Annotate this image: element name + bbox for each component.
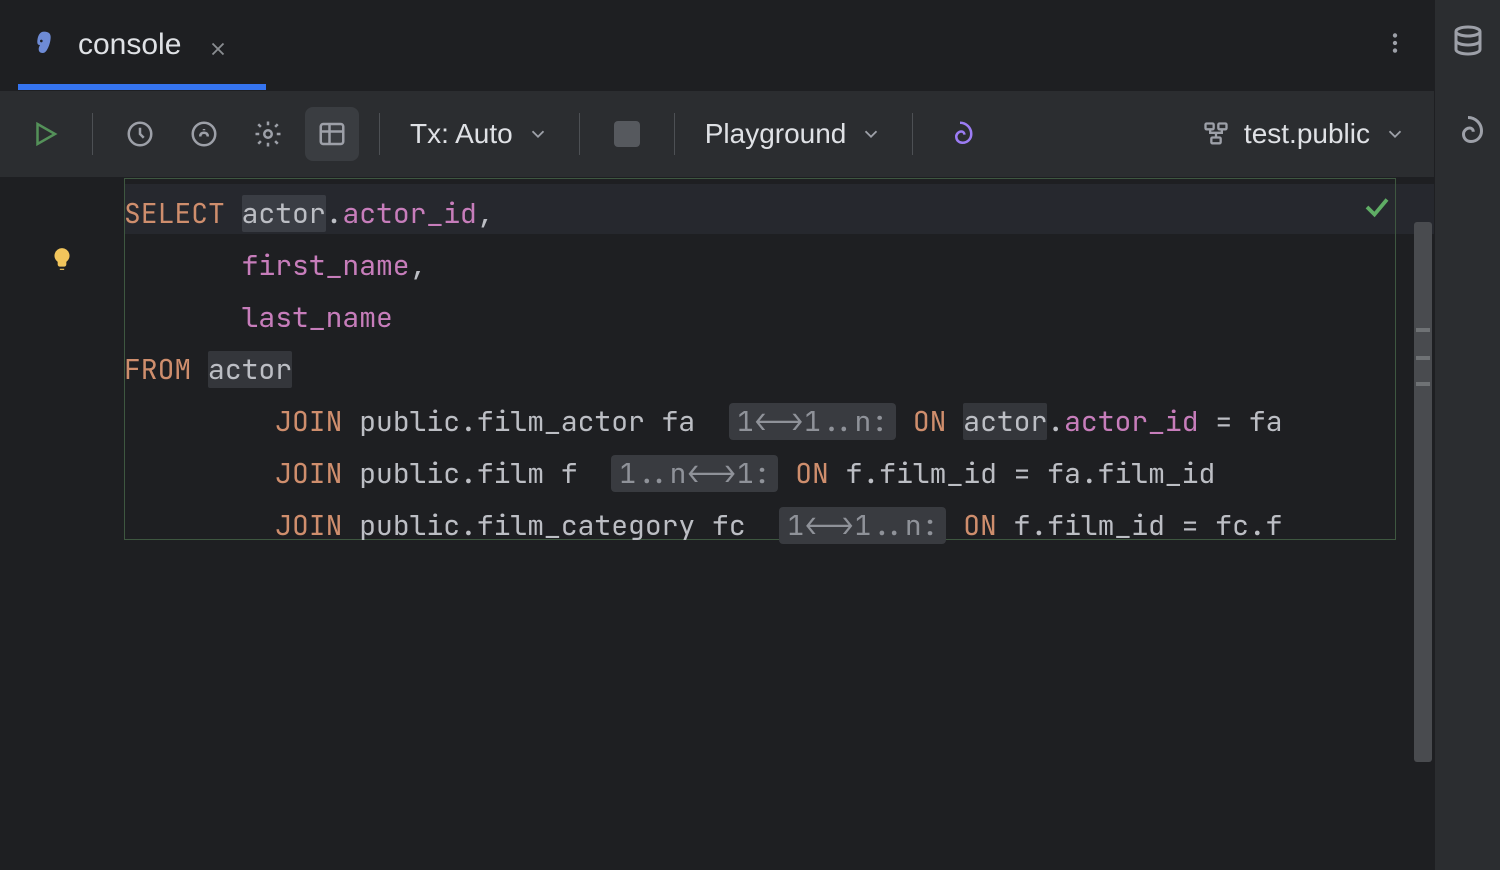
tab-more-button[interactable] <box>1382 30 1408 61</box>
explain-plan-button[interactable] <box>177 107 231 161</box>
toolbar: Tx: Auto Playground test.public <box>0 90 1434 178</box>
settings-button[interactable] <box>241 107 295 161</box>
separator <box>379 113 380 155</box>
right-tool-rail <box>1434 0 1500 870</box>
scrollbar-mark <box>1416 356 1430 360</box>
scrollbar-mark <box>1416 328 1430 332</box>
stop-icon <box>614 121 640 147</box>
schema-dropdown[interactable]: test.public <box>1192 118 1416 150</box>
schema-icon <box>1202 120 1230 148</box>
database-tool-button[interactable] <box>1450 24 1486 65</box>
run-button[interactable] <box>18 107 72 161</box>
session-mode-dropdown[interactable]: Playground <box>695 118 893 150</box>
separator <box>674 113 675 155</box>
ai-tool-button[interactable] <box>1450 113 1486 154</box>
scrollbar[interactable] <box>1412 178 1434 870</box>
schema-label: test.public <box>1244 118 1370 150</box>
scrollbar-mark <box>1416 382 1430 386</box>
separator <box>92 113 93 155</box>
lightbulb-icon[interactable] <box>49 246 75 277</box>
separator <box>579 113 580 155</box>
code-text[interactable]: SELECT actor.actor_id, first_name, last_… <box>124 188 1434 552</box>
close-icon[interactable] <box>207 34 229 56</box>
chevron-down-icon <box>1384 123 1406 145</box>
active-tab-indicator <box>18 84 266 90</box>
code-area[interactable]: SELECT actor.actor_id, first_name, last_… <box>124 178 1434 870</box>
editor[interactable]: SELECT actor.actor_id, first_name, last_… <box>0 178 1434 870</box>
tab-bar: console <box>0 0 1434 90</box>
ai-assistant-button[interactable] <box>933 107 987 161</box>
tab-title: console <box>78 28 181 62</box>
tx-label: Tx: Auto <box>410 118 513 150</box>
tx-mode-dropdown[interactable]: Tx: Auto <box>400 118 559 150</box>
stop-button[interactable] <box>600 107 654 161</box>
separator <box>912 113 913 155</box>
chevron-down-icon <box>860 123 882 145</box>
scrollbar-thumb[interactable] <box>1414 222 1432 762</box>
tab-console[interactable]: console <box>0 0 257 90</box>
gutter <box>0 178 124 870</box>
output-table-button[interactable] <box>305 107 359 161</box>
postgres-icon <box>28 29 60 61</box>
chevron-down-icon <box>527 123 549 145</box>
mode-label: Playground <box>705 118 847 150</box>
history-button[interactable] <box>113 107 167 161</box>
